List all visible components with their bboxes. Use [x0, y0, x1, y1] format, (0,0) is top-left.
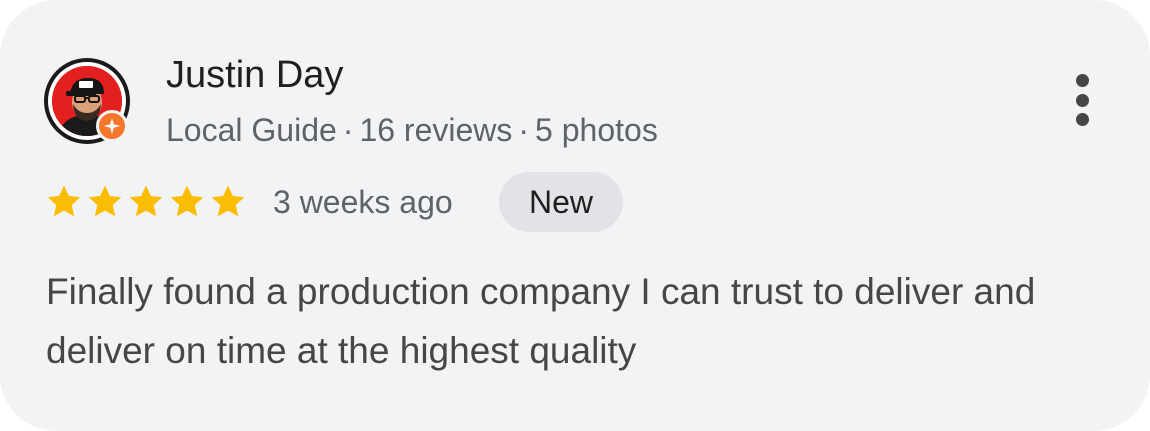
star-icon: [211, 185, 245, 217]
reviewer-level: Local Guide: [166, 112, 337, 148]
star-icon: [129, 185, 163, 217]
more-options-button[interactable]: [1064, 68, 1102, 132]
reviews-count: 16 reviews: [359, 112, 513, 148]
star-rating: [44, 182, 248, 222]
star-icon: [47, 185, 81, 217]
review-text: Finally found a production company I can…: [46, 271, 1036, 371]
meta-separator: ·: [342, 112, 354, 148]
review-card: Justin Day Local Guide · 16 reviews · 5 phot…: [0, 0, 1150, 431]
meta-separator: ·: [518, 112, 530, 148]
review-time: 3 weeks ago: [273, 184, 453, 220]
reviewer-name[interactable]: Justin Day: [166, 52, 343, 98]
new-badge: New: [499, 172, 623, 232]
star-icon: [170, 185, 204, 217]
avatar[interactable]: [44, 58, 130, 144]
local-guide-badge-icon: [96, 110, 128, 142]
photos-count: 5 photos: [535, 112, 658, 148]
star-icon: [88, 185, 122, 217]
reviewer-meta: Local Guide · 16 reviews · 5 photos: [166, 110, 658, 150]
